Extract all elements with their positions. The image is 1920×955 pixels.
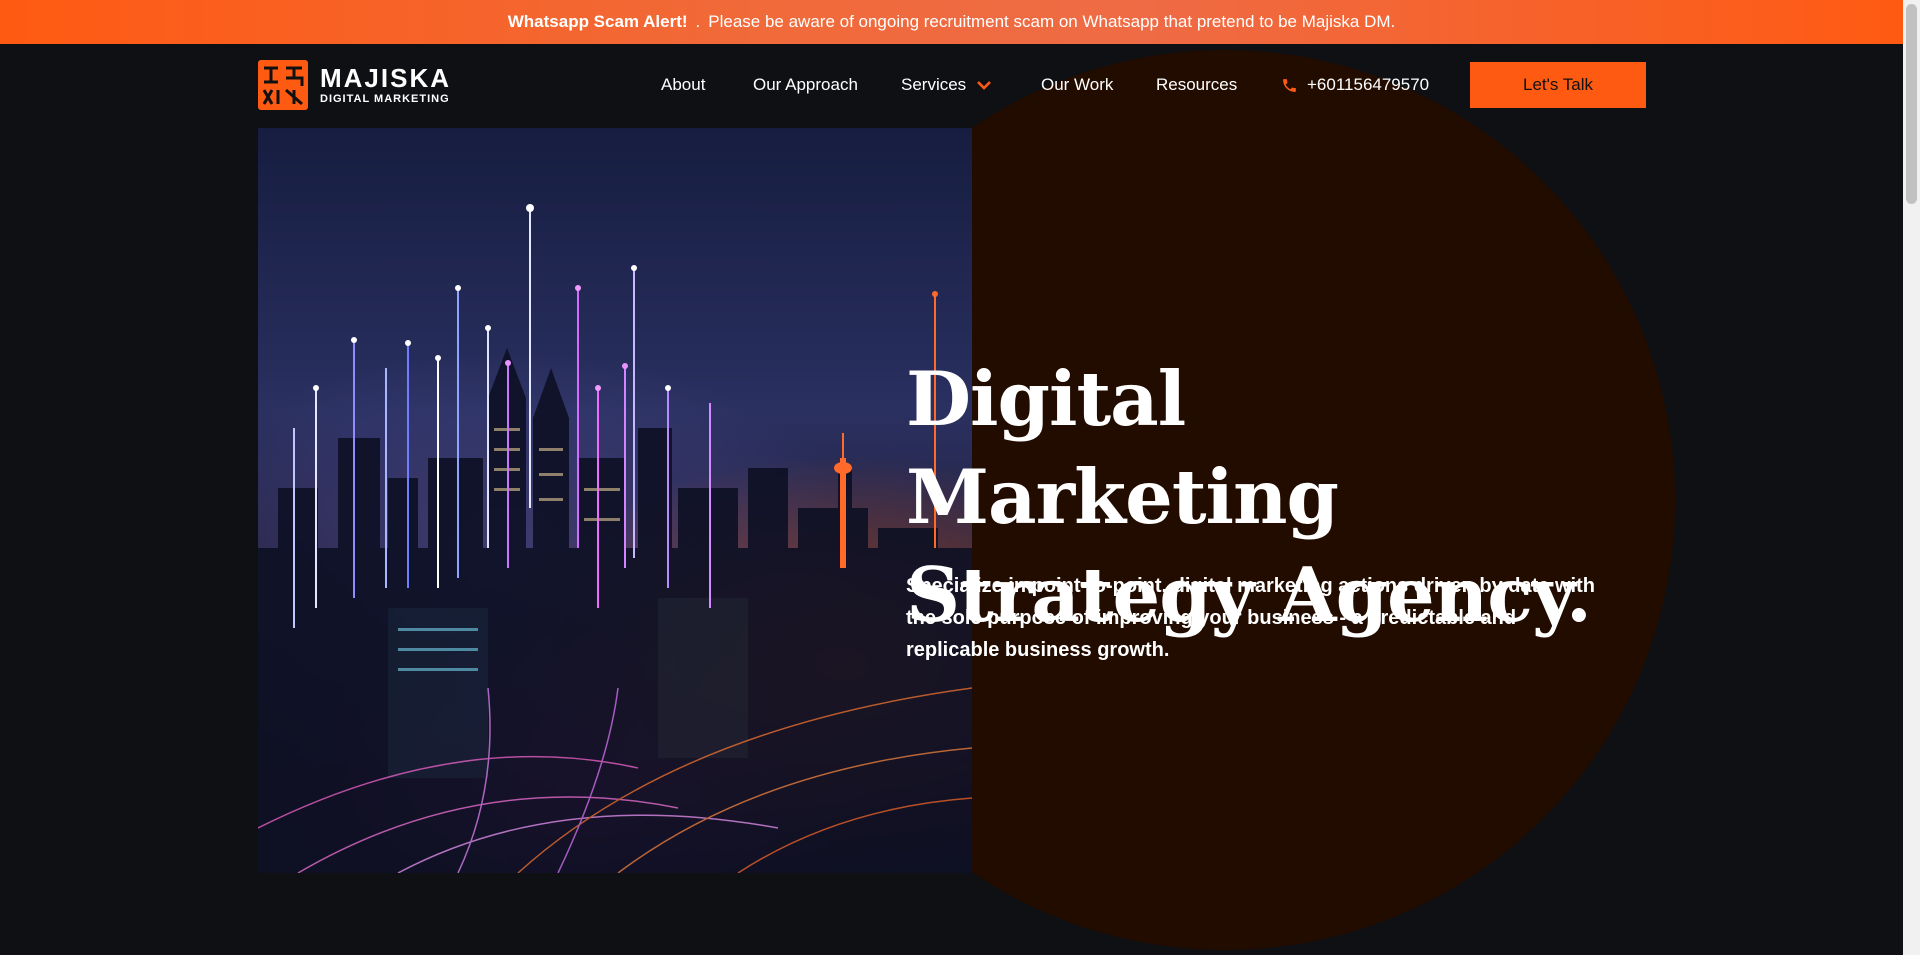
alert-title: Whatsapp Scam Alert! <box>507 12 688 31</box>
nav-about[interactable]: About <box>661 75 705 95</box>
hero-subtitle: Specialize in point-to-point, digital ma… <box>906 575 1595 661</box>
logo-name: MAJISKA <box>320 63 452 93</box>
logo[interactable]: MAJISKA DIGITAL MARKETING <box>258 60 451 110</box>
logo-tagline: DIGITAL MARKETING <box>320 93 450 105</box>
city-skyline-illustration <box>258 204 972 873</box>
phone-number: +601156479570 <box>1307 75 1430 94</box>
nav-our-work[interactable]: Our Work <box>1041 75 1113 95</box>
alert-message: Please be aware of ongoing recruitment s… <box>708 12 1396 31</box>
scrollbar-thumb[interactable] <box>1906 4 1917 204</box>
nav-resources[interactable]: Resources <box>1156 75 1237 95</box>
scam-alert-banner: Whatsapp Scam Alert! . Please be aware o… <box>0 0 1903 44</box>
nav-our-approach[interactable]: Our Approach <box>753 75 858 95</box>
phone-icon <box>1281 77 1298 94</box>
logo-mark-icon <box>258 60 308 110</box>
nav-phone[interactable]: +601156479570 <box>1281 75 1429 95</box>
headline-line-1: Digital Marketing <box>906 355 1339 541</box>
nav-services[interactable]: Services <box>901 75 992 95</box>
hero-city-image <box>258 128 972 873</box>
page-scrollbar[interactable] <box>1903 0 1920 955</box>
logo-wordmark: MAJISKA DIGITAL MARKETING <box>320 65 451 105</box>
lets-talk-button[interactable]: Let's Talk <box>1470 62 1646 108</box>
alert-separator: . <box>695 12 701 31</box>
nav-services-label: Services <box>901 75 967 94</box>
chevron-down-icon <box>976 80 992 90</box>
top-navigation: MAJISKA DIGITAL MARKETING About Our Appr… <box>0 44 1903 128</box>
